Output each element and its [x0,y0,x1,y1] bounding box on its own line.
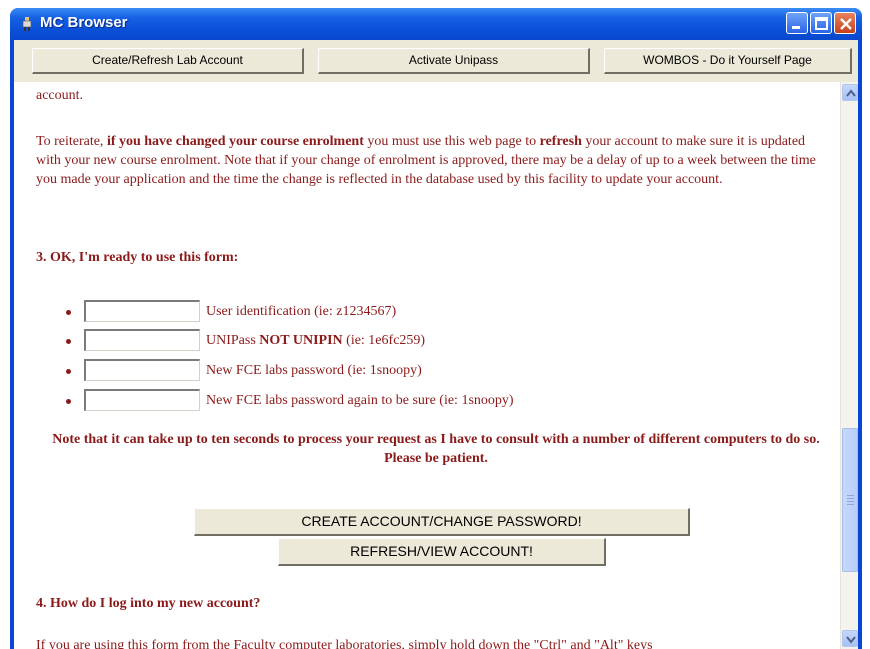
chevron-down-icon [846,636,856,644]
chevron-up-icon [846,89,856,97]
page-content: account. To reiterate, if you have chang… [14,82,858,649]
paragraph-login: If you are using this form from the Facu… [36,638,653,649]
bullet [66,339,71,344]
paragraph-reiterate: To reiterate, if you have changed your c… [36,132,832,189]
app-icon [22,17,32,31]
close-button[interactable] [834,12,856,34]
refresh-account-button[interactable]: REFRESH/VIEW ACCOUNT! [278,538,606,566]
grip-line [847,501,854,502]
bold-span: if you have changed your course enrolmen… [106,134,364,149]
window-title: MC Browser [40,14,128,31]
scroll-down-button[interactable] [842,630,858,647]
text-span: you must use this web page to [363,134,540,149]
text-span: To reiterate, [36,134,107,149]
confirm-password-input[interactable] [84,389,200,411]
browser-window: MC Browser Create/Refresh Lab Account Ac… [10,8,862,649]
bullet [66,310,71,315]
new-password-input[interactable] [84,359,200,381]
unipass-input[interactable] [84,329,200,351]
bold-span: NOT UNIPIN [259,333,343,348]
grip-line [847,495,854,496]
user-id-label: User identification (ie: z1234567) [206,304,397,319]
grip-line [847,498,854,499]
maximize-button[interactable] [810,12,832,34]
minimize-icon [792,26,800,29]
bullet [66,369,71,374]
confirm-password-label: New FCE labs password again to be sure (… [206,393,514,408]
scroll-up-button[interactable] [842,84,858,101]
text-span: UNIPass [206,333,260,348]
bold-span: refresh [539,134,582,149]
unipass-label: UNIPass NOT UNIPIN (ie: 1e6fc259) [206,331,425,350]
processing-note: Note that it can take up to ten seconds … [52,432,820,466]
scroll-thumb[interactable] [842,428,858,572]
maximize-icon [815,17,828,30]
minimize-button[interactable] [786,12,808,34]
wombos-diy-page-button[interactable]: WOMBOS - Do it Yourself Page [604,48,852,74]
user-id-input[interactable] [84,300,200,322]
toolbar: Create/Refresh Lab Account Activate Unip… [14,40,858,82]
paragraph-account: account. [36,88,84,103]
activate-unipass-button[interactable]: Activate Unipass [318,48,590,74]
new-password-label: New FCE labs password (ie: 1snoopy) [206,363,422,378]
create-refresh-lab-account-button[interactable]: Create/Refresh Lab Account [32,48,304,74]
title-bar[interactable]: MC Browser [10,8,862,40]
section-4-heading: 4. How do I log into my new account? [36,596,261,611]
grip-line [847,504,854,505]
text-span: (ie: 1e6fc259) [342,333,426,348]
vertical-scrollbar[interactable] [840,82,858,649]
bullet [66,399,71,404]
section-3-heading: 3. OK, I'm ready to use this form: [36,250,239,265]
create-account-button[interactable]: CREATE ACCOUNT/CHANGE PASSWORD! [194,508,690,536]
close-icon [840,18,852,30]
